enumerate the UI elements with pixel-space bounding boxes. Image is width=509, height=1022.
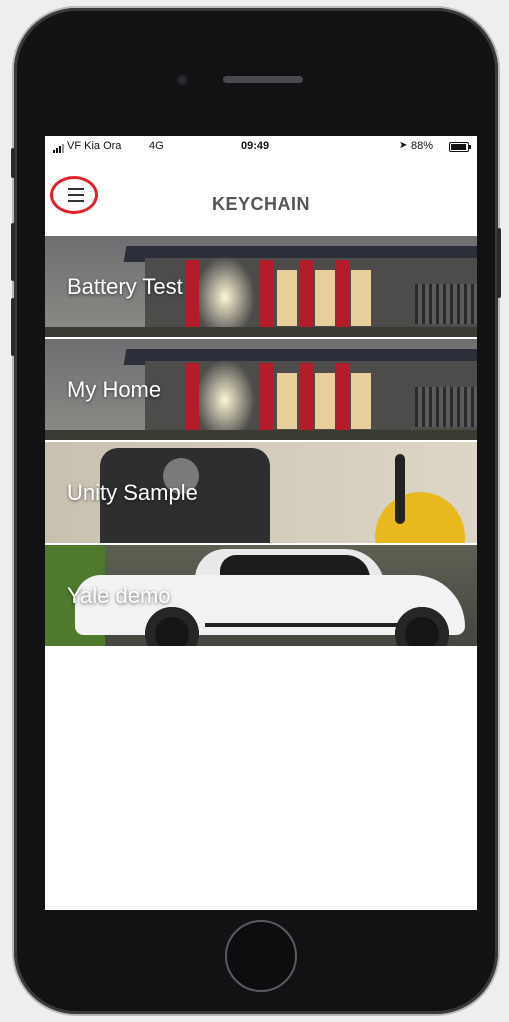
key-card-unity-sample[interactable]: Unity Sample [45,442,477,545]
signal-icon [53,144,64,153]
carrier-label: VF Kia Ora [67,140,122,152]
home-button[interactable] [225,920,297,992]
battery-icon [449,142,471,152]
key-card-battery-test[interactable]: Battery Test [45,236,477,339]
status-bar: VF Kia Ora 4G 09:49 ➤ 88% [45,136,477,158]
network-label: 4G [149,140,164,152]
power-button [497,228,501,298]
key-label: My Home [67,377,162,402]
location-arrow-icon: ➤ [399,140,408,151]
phone-frame: VF Kia Ora 4G 09:49 ➤ 88% KEYCHAIN Batte… [11,8,501,1014]
key-card-yale-demo[interactable]: Yale demo [45,545,477,648]
front-camera [176,74,188,86]
clock: 09:49 [241,140,270,152]
page-title: KEYCHAIN [211,194,310,214]
earpiece-speaker [223,76,303,83]
key-card-my-home[interactable]: My Home [45,339,477,442]
volume-up-button [11,223,15,281]
key-list: Battery Test My Home Unity Sample Yale d… [45,236,477,648]
key-label: Battery Test [67,274,183,299]
mute-switch [11,148,15,178]
app-screen: VF Kia Ora 4G 09:49 ➤ 88% KEYCHAIN Batte… [45,136,477,910]
battery-percent: 88% [411,140,434,152]
key-label: Unity Sample [67,480,198,505]
volume-down-button [11,298,15,356]
key-label: Yale demo [67,583,171,608]
hamburger-menu-icon [68,188,84,190]
nav-bar: KEYCHAIN [45,158,477,236]
